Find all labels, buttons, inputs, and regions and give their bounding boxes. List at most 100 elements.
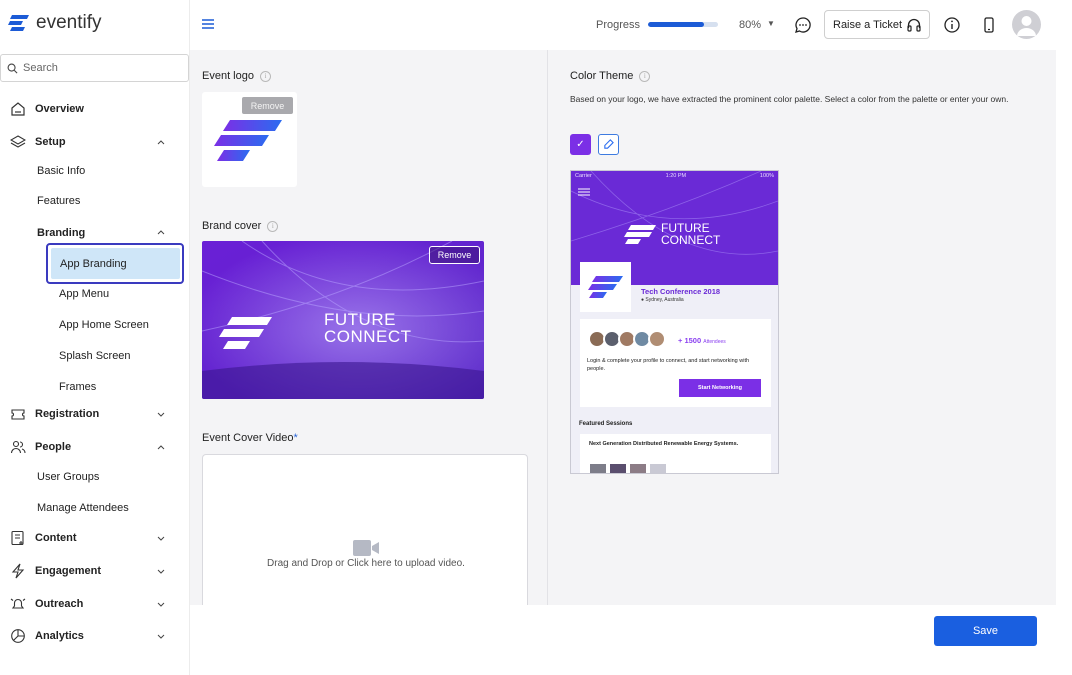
nav-splash-screen[interactable]: Splash Screen [59, 350, 131, 362]
info-icon[interactable] [943, 16, 961, 34]
info-icon[interactable]: i [259, 70, 271, 82]
logo-remove-button[interactable]: Remove [242, 97, 293, 114]
footer-bar: Save [190, 605, 1056, 659]
chevron-up-icon [157, 140, 165, 145]
preview-location-text: Sydney, Australia [645, 297, 684, 303]
preview-menu-icon [578, 188, 590, 196]
nav-app-home-screen[interactable]: App Home Screen [59, 319, 149, 331]
chevron-up-icon [157, 230, 165, 235]
brand-cover-image: FUTURE CONNECT Remove [202, 241, 484, 399]
user-icon [1017, 16, 1036, 36]
nav-manage-attendees[interactable]: Manage Attendees [37, 502, 129, 514]
save-button[interactable]: Save [934, 616, 1037, 646]
brand-cover-label: Brand cover [202, 220, 262, 232]
event-cover-video-heading: Event Cover Video * [202, 432, 298, 444]
preview-networking-text: Login & complete your profile to connect… [587, 358, 750, 372]
avatar[interactable] [1012, 10, 1041, 39]
chevron-down-icon [157, 536, 165, 541]
nav-basic-info[interactable]: Basic Info [37, 165, 85, 177]
brand-cover-heading: Brand cover i [202, 220, 279, 232]
preview-logo-mark [624, 225, 656, 244]
nav-analytics-label: Analytics [35, 630, 84, 642]
nav-overview-label: Overview [35, 103, 84, 115]
preview-logo-text: FUTURE CONNECT [661, 222, 720, 246]
nav-setup[interactable]: Setup [0, 134, 189, 150]
session-thumbnail [630, 464, 646, 473]
preview-battery: 100% [759, 173, 774, 179]
preview-status-bar: Carrier 1:20 PM 100% [571, 171, 778, 181]
preview-conference-location: ● Sydney, Australia [641, 297, 684, 303]
nav-app-branding-label: App Branding [51, 248, 180, 279]
video-camera-icon [353, 540, 379, 556]
nav-features[interactable]: Features [37, 195, 80, 207]
progress-dropdown-icon[interactable]: ▼ [767, 19, 775, 28]
info-icon[interactable]: i [639, 70, 651, 82]
nav-analytics[interactable]: Analytics [0, 628, 189, 644]
eventify-logo-icon [8, 15, 29, 31]
color-picker-button[interactable] [598, 134, 619, 155]
color-theme-description: Based on your logo, we have extracted th… [570, 94, 1009, 104]
search-placeholder: Search [23, 62, 58, 74]
nav-registration-label: Registration [35, 408, 100, 420]
preview-logo-line2: CONNECT [661, 233, 721, 247]
chevron-down-icon [157, 602, 165, 607]
preview-conference-title: Tech Conference 2018 [641, 287, 721, 296]
selected-color-swatch[interactable]: ✓ [570, 134, 591, 155]
brand-logo[interactable]: eventify [8, 12, 101, 34]
session-thumbnail [590, 464, 606, 473]
search-icon [7, 63, 18, 73]
raise-ticket-button[interactable]: Raise a Ticket [824, 10, 930, 39]
nav-app-menu[interactable]: App Menu [59, 288, 109, 300]
mobile-icon[interactable] [980, 16, 998, 34]
pie-chart-icon [11, 629, 25, 643]
cover-remove-button[interactable]: Remove [429, 246, 480, 264]
nav-people-label: People [35, 441, 72, 453]
preview-event-logo [580, 262, 631, 312]
search-input[interactable]: Search [0, 54, 189, 82]
event-logo-label: Event logo [202, 70, 254, 82]
preview-session-card: Next Generation Distributed Renewable En… [580, 434, 771, 473]
progress-fill [648, 22, 704, 27]
required-asterisk: * [293, 432, 298, 444]
chevron-down-icon [157, 569, 165, 574]
nav-registration[interactable]: Registration [0, 406, 189, 422]
attendee-count-value: + 1500 [678, 336, 702, 345]
nav-app-branding[interactable]: App Branding [46, 243, 184, 284]
nav-content-label: Content [35, 532, 77, 544]
nav-people[interactable]: People [0, 439, 189, 455]
preview-attendee-count: + 1500 Attendees [678, 336, 726, 345]
chevron-down-icon [157, 412, 165, 417]
nav-engagement[interactable]: Engagement [0, 563, 189, 579]
preview-networking-card: + 1500 Attendees Login & complete your p… [580, 319, 771, 407]
nav-content[interactable]: Content [0, 530, 189, 546]
sidebar: eventify Search Overview Setup Basic Inf… [0, 0, 190, 675]
info-icon[interactable]: i [267, 220, 279, 232]
nav-user-groups[interactable]: User Groups [37, 471, 99, 483]
headset-icon [907, 18, 921, 32]
video-upload-hint: Drag and Drop or Click here to upload vi… [267, 558, 465, 569]
raise-ticket-label: Raise a Ticket [833, 18, 903, 31]
color-theme-label: Color Theme [570, 70, 634, 82]
nav-outreach[interactable]: Outreach [0, 596, 189, 612]
attendee-count-label: Attendees [703, 339, 726, 345]
hamburger-menu-icon[interactable] [202, 18, 214, 30]
lightning-icon [11, 563, 25, 579]
video-upload-dropzone[interactable]: Drag and Drop or Click here to upload vi… [202, 454, 528, 605]
chevron-down-icon [157, 634, 165, 639]
event-logo-preview: Remove [202, 92, 297, 187]
color-theme-heading: Color Theme i [570, 70, 651, 82]
main-content: Event logo i Remove Brand cover i FUTURE… [190, 50, 1056, 605]
nav-frames[interactable]: Frames [59, 381, 96, 393]
megaphone-icon [10, 598, 26, 609]
app-root: eventify Search Overview Setup Basic Inf… [0, 0, 1072, 675]
cover-title-line1: FUTURE [324, 310, 396, 329]
nav-branding[interactable]: Branding [37, 227, 85, 239]
progress-percent[interactable]: 80% [739, 19, 761, 31]
cover-title-line2: CONNECT [324, 327, 412, 346]
nav-overview[interactable]: Overview [0, 101, 189, 117]
cover-title: FUTURE CONNECT [324, 311, 412, 345]
event-cover-video-label: Event Cover Video [202, 432, 294, 444]
preview-time: 1:20 PM [665, 173, 687, 179]
chat-icon[interactable] [794, 16, 812, 34]
top-bar: Progress 80% ▼ Raise a Ticket [190, 0, 1072, 50]
